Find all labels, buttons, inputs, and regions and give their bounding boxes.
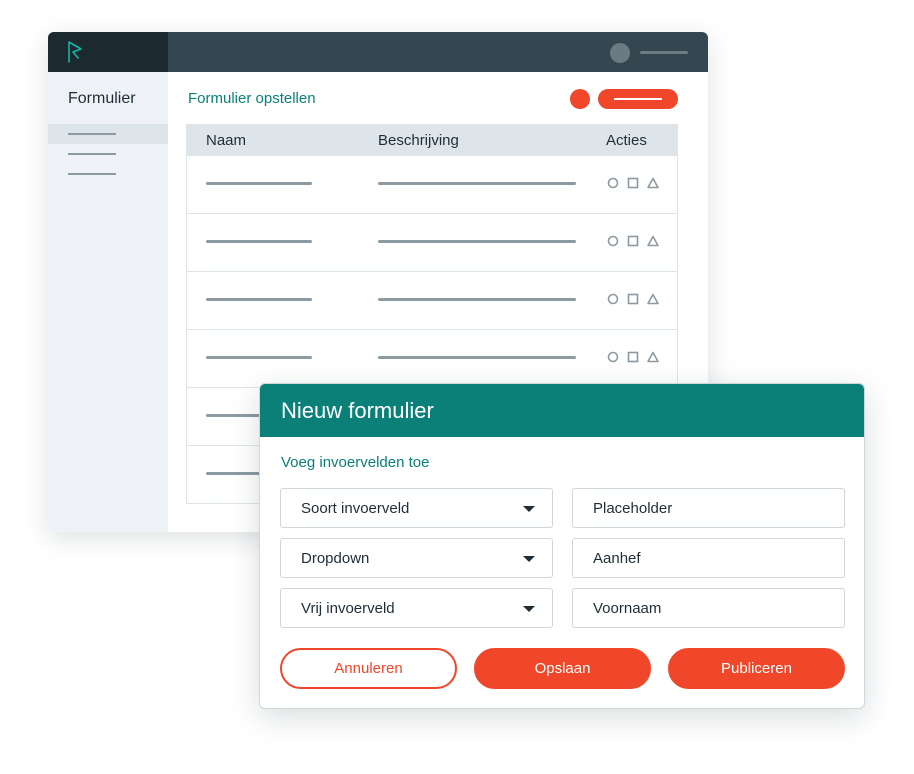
field-type-dropdown[interactable]: Soort invoerveld — [280, 488, 553, 528]
table-header: Naam Beschrijving Acties — [186, 124, 678, 156]
table-row[interactable] — [186, 330, 678, 388]
column-header-beschrijving: Beschrijving — [378, 132, 459, 149]
dropdown-select[interactable]: Dropdown — [280, 538, 553, 578]
user-name-placeholder[interactable] — [640, 51, 688, 54]
circle-icon[interactable] — [607, 177, 619, 189]
new-form-modal: Nieuw formulier Voeg invoervelden toe So… — [259, 383, 865, 709]
placeholder-input[interactable]: Placeholder — [572, 488, 845, 528]
triangle-icon[interactable] — [647, 177, 659, 189]
modal-header: Nieuw formulier — [260, 384, 864, 437]
circle-icon[interactable] — [607, 351, 619, 363]
salutation-input-value: Aanhef — [593, 550, 641, 567]
square-icon[interactable] — [627, 293, 639, 305]
table-row[interactable] — [186, 272, 678, 330]
avatar-circle-icon[interactable] — [610, 43, 630, 63]
triangle-icon[interactable] — [647, 293, 659, 305]
sidebar-title: Formulier — [68, 90, 136, 107]
field-type-value: Soort invoerveld — [301, 500, 410, 517]
sidebar-item-3[interactable] — [48, 164, 168, 184]
column-header-acties: Acties — [606, 132, 647, 149]
square-icon[interactable] — [627, 351, 639, 363]
publish-button[interactable]: Publiceren — [668, 648, 845, 689]
chevron-down-icon — [523, 606, 535, 612]
placeholder-input-value: Placeholder — [593, 500, 673, 517]
salutation-input[interactable]: Aanhef — [572, 538, 845, 578]
cancel-button[interactable]: Annuleren — [280, 648, 457, 689]
flag-logo-icon — [68, 41, 82, 63]
first-name-input[interactable]: Voornaam — [572, 588, 845, 628]
triangle-icon[interactable] — [647, 351, 659, 363]
sidebar: Formulier — [48, 72, 168, 532]
triangle-icon[interactable] — [647, 235, 659, 247]
first-name-input-value: Voornaam — [593, 600, 662, 617]
primary-action-button[interactable] — [598, 89, 678, 109]
free-field-dropdown[interactable]: Vrij invoerveld — [280, 588, 553, 628]
circle-icon[interactable] — [607, 293, 619, 305]
circle-icon[interactable] — [607, 235, 619, 247]
logo-area[interactable] — [48, 32, 168, 72]
table-row[interactable] — [186, 214, 678, 272]
section-title: Voeg invoervelden toe — [281, 454, 430, 471]
record-dot-icon[interactable] — [570, 89, 590, 109]
dropdown-select-value: Dropdown — [301, 550, 370, 567]
top-bar — [48, 32, 708, 72]
chevron-down-icon — [523, 506, 535, 512]
sidebar-item-1[interactable] — [48, 124, 168, 144]
square-icon[interactable] — [627, 235, 639, 247]
chevron-down-icon — [523, 556, 535, 562]
modal-title: Nieuw formulier — [281, 398, 434, 423]
column-header-naam: Naam — [206, 132, 247, 149]
sidebar-item-2[interactable] — [48, 144, 168, 164]
free-field-value: Vrij invoerveld — [301, 600, 395, 617]
page-title: Formulier opstellen — [188, 90, 316, 107]
square-icon[interactable] — [627, 177, 639, 189]
table-row[interactable] — [186, 156, 678, 214]
save-button[interactable]: Opslaan — [474, 648, 651, 689]
